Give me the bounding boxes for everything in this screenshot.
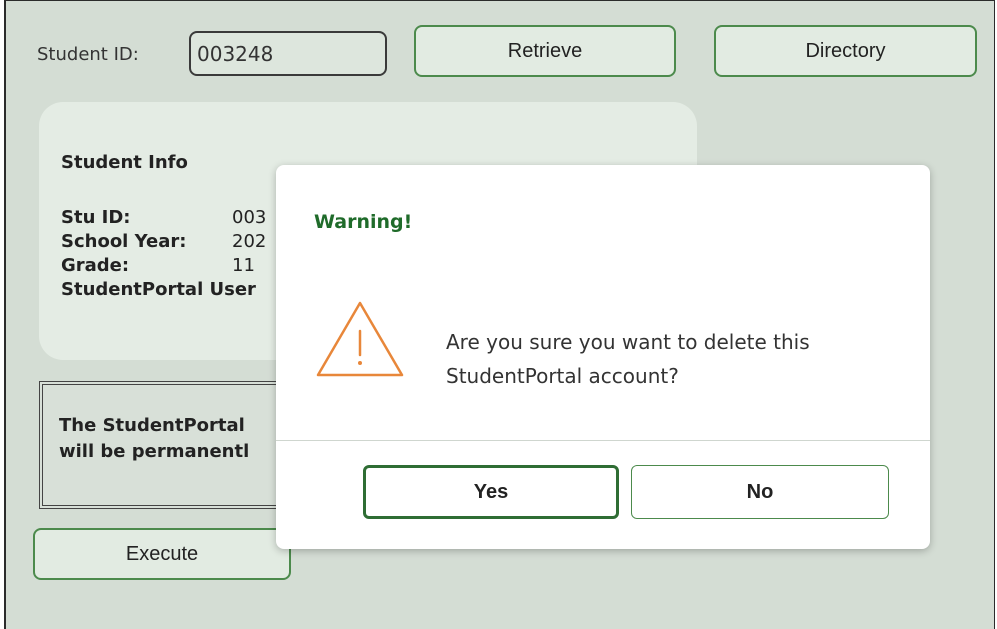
grade-value: 11 xyxy=(232,255,255,276)
dialog-title: Warning! xyxy=(314,211,413,233)
execute-button[interactable]: Execute xyxy=(33,528,291,580)
dialog-separator xyxy=(276,440,930,441)
dialog-message: Are you sure you want to delete this Stu… xyxy=(446,325,810,393)
grade-label: Grade: xyxy=(61,255,130,276)
notice-line-1: The StudentPortal xyxy=(59,415,245,436)
school-year-label: School Year: xyxy=(61,231,187,252)
school-year-value: 202 xyxy=(232,231,267,252)
dialog-message-line-2: StudentPortal account? xyxy=(446,364,679,388)
warning-dialog: Warning! Are you sure you want to delete… xyxy=(276,165,930,549)
retrieve-button[interactable]: Retrieve xyxy=(414,25,676,77)
student-info-title: Student Info xyxy=(61,152,188,173)
no-button[interactable]: No xyxy=(631,465,889,519)
portal-user-label: StudentPortal User xyxy=(61,279,256,300)
yes-button[interactable]: Yes xyxy=(363,465,619,519)
notice-line-2: will be permanentl xyxy=(59,441,250,462)
warning-triangle-icon xyxy=(312,297,408,381)
dialog-message-line-1: Are you sure you want to delete this xyxy=(446,330,810,354)
delete-notice-box: The StudentPortal will be permanentl xyxy=(39,381,309,509)
student-id-label: Student ID: xyxy=(37,44,139,65)
student-id-input[interactable]: 003248 xyxy=(189,31,387,76)
stu-id-label: Stu ID: xyxy=(61,207,131,228)
stu-id-value: 003 xyxy=(232,207,267,228)
directory-button[interactable]: Directory xyxy=(714,25,977,77)
